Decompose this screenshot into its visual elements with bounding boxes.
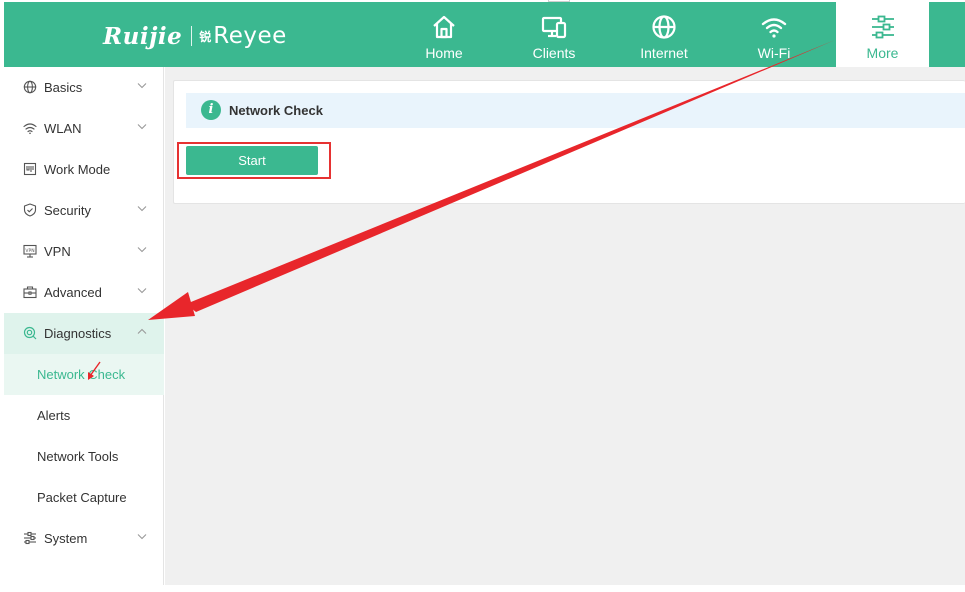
sidebar-item-label: System <box>44 531 88 546</box>
wifi-icon <box>23 123 37 135</box>
nav-internet[interactable]: Internet <box>618 2 710 67</box>
sidebar-item-system[interactable]: System <box>4 518 164 559</box>
sidebar: Basics WLAN Work Mode Security VPN VPN A… <box>4 67 164 585</box>
nav-home[interactable]: Home <box>398 2 490 67</box>
sidebar-subitem-label: Network Tools <box>37 449 119 464</box>
info-icon: i <box>201 100 221 120</box>
chevron-down-icon <box>137 534 147 540</box>
nav-more-label: More <box>866 45 899 61</box>
shield-icon <box>23 203 37 217</box>
sidebar-item-advanced[interactable]: Advanced <box>4 272 164 313</box>
chevron-up-icon <box>137 328 147 334</box>
vpn-icon: VPN <box>23 244 37 258</box>
sidebar-item-label: Advanced <box>44 285 102 300</box>
sidebar-subitem-packet-capture[interactable]: Packet Capture <box>4 477 164 518</box>
sidebar-subitem-label: Alerts <box>37 408 71 423</box>
sidebar-item-label: Work Mode <box>44 162 111 177</box>
sidebar-item-label: Diagnostics <box>44 326 112 341</box>
sidebar-subitem-label: Packet Capture <box>37 490 127 505</box>
sidebar-item-vpn[interactable]: VPN VPN <box>4 231 164 272</box>
chevron-down-icon <box>137 206 147 212</box>
nav-wifi-label: Wi-Fi <box>757 45 791 61</box>
start-button[interactable]: Start <box>186 146 318 175</box>
nav-internet-label: Internet <box>640 45 688 61</box>
system-sliders-icon <box>24 531 36 545</box>
sliders-icon <box>871 15 894 39</box>
top-header: Ruijie 锐 Reyee Home Clients Internet Wi-… <box>4 2 965 67</box>
sidebar-item-security[interactable]: Security <box>4 190 164 231</box>
chevron-down-icon <box>137 124 147 130</box>
sidebar-subitem-network-tools[interactable]: Network Tools <box>4 436 164 477</box>
nav-clients-label: Clients <box>532 45 576 61</box>
sidebar-subitem-label: Network Check <box>37 367 126 382</box>
sidebar-item-label: WLAN <box>44 121 82 136</box>
work-mode-icon <box>23 162 37 176</box>
svg-text:VPN: VPN <box>25 248 34 254</box>
diagnostics-icon <box>23 326 37 340</box>
chevron-down-icon <box>137 247 147 253</box>
devices-icon <box>541 16 567 39</box>
sidebar-item-work-mode[interactable]: Work Mode <box>4 149 164 190</box>
nav-more[interactable]: More <box>836 2 929 67</box>
sidebar-item-label: VPN <box>44 244 71 259</box>
globe-icon <box>652 15 676 39</box>
sidebar-item-label: Security <box>44 203 91 218</box>
nav-wifi[interactable]: Wi-Fi <box>728 2 820 67</box>
logo-separator <box>191 26 193 46</box>
home-icon <box>433 15 455 39</box>
sidebar-item-label: Basics <box>44 80 83 95</box>
section-title: Network Check <box>229 103 323 118</box>
sidebar-subitem-network-check[interactable]: Network Check <box>4 354 164 395</box>
sidebar-item-wlan[interactable]: WLAN <box>4 108 164 149</box>
sidebar-subitem-alerts[interactable]: Alerts <box>4 395 164 436</box>
toolbox-icon <box>23 286 37 299</box>
chevron-down-icon <box>137 288 147 294</box>
brand-logo: Ruijie 锐 Reyee <box>103 21 287 51</box>
logo-reyee-text: Reyee <box>213 23 287 49</box>
sidebar-item-diagnostics[interactable]: Diagnostics <box>4 313 164 354</box>
wifi-icon <box>761 18 787 38</box>
router-admin-page: Ruijie 锐 Reyee Home Clients Internet Wi-… <box>0 0 965 592</box>
logo-ruijie-text: Ruijie <box>103 22 183 50</box>
logo-cn-text: 锐 <box>199 29 212 44</box>
chevron-down-icon <box>137 83 147 89</box>
nav-clients[interactable]: Clients <box>508 2 600 67</box>
sidebar-item-basics[interactable]: Basics <box>4 67 164 108</box>
globe-icon <box>23 80 37 94</box>
nav-home-label: Home <box>425 45 463 61</box>
